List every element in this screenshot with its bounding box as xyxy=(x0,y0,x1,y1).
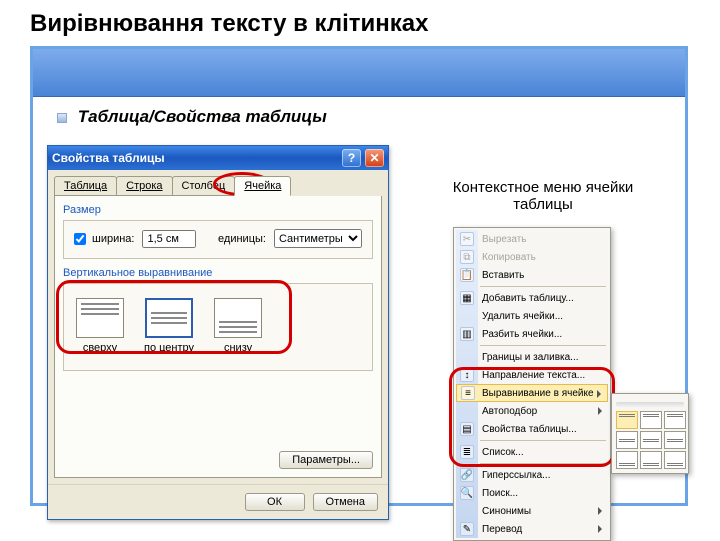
page-title: Вирівнювання тексту в клітинках xyxy=(30,10,690,38)
mi-text-direction[interactable]: ↕Направление текста... xyxy=(456,366,608,384)
valign-group: сверху по центру снизу xyxy=(63,283,373,371)
dialog-title: Свойства таблицы xyxy=(52,151,338,165)
mi-split-cells[interactable]: ▥Разбить ячейки... xyxy=(456,325,608,343)
valign-bottom-label: снизу xyxy=(214,342,262,354)
valign-top-option[interactable]: сверху xyxy=(76,298,124,354)
presentation-frame: Таблица/Свойства таблицы Свойства таблиц… xyxy=(30,46,688,506)
valign-group-label: Вертикальное выравнивание xyxy=(63,267,373,279)
mi-synonyms[interactable]: Синонимы xyxy=(456,502,608,520)
help-button[interactable]: ? xyxy=(342,149,361,167)
width-input[interactable] xyxy=(142,230,196,248)
split-icon: ▥ xyxy=(460,327,474,341)
translate-icon: ✎ xyxy=(460,522,474,536)
align-bot-left[interactable] xyxy=(616,451,638,469)
mi-list[interactable]: ≣Список... xyxy=(456,443,608,461)
subtitle: Таблица/Свойства таблицы xyxy=(57,107,685,127)
align-top-center[interactable] xyxy=(640,411,662,429)
align-mid-center[interactable] xyxy=(640,431,662,449)
bullet-icon xyxy=(57,113,67,123)
align-icon: ≡ xyxy=(461,386,475,400)
table-properties-dialog: Свойства таблицы ? ✕ Таблица Строка Стол… xyxy=(47,145,389,520)
copy-icon: ⧉ xyxy=(460,250,474,264)
chevron-right-icon xyxy=(597,390,601,398)
valign-top-label: сверху xyxy=(76,342,124,354)
mi-translate[interactable]: ✎Перевод xyxy=(456,520,608,538)
separator xyxy=(480,286,606,287)
subtitle-text: Таблица/Свойства таблицы xyxy=(78,107,327,126)
dialog-titlebar[interactable]: Свойства таблицы ? ✕ xyxy=(48,146,388,170)
close-button[interactable]: ✕ xyxy=(365,149,384,167)
ok-button[interactable]: ОК xyxy=(245,493,305,511)
align-mid-right[interactable] xyxy=(664,431,686,449)
link-icon: 🔗 xyxy=(460,468,474,482)
tab-cell[interactable]: Ячейка xyxy=(234,176,291,196)
mi-cut[interactable]: ✂Вырезать xyxy=(456,230,608,248)
table-icon: ▦ xyxy=(460,291,474,305)
cancel-button[interactable]: Отмена xyxy=(313,493,378,511)
valign-center-label: по центру xyxy=(144,342,194,354)
valign-center-icon xyxy=(145,298,193,338)
chevron-right-icon xyxy=(598,525,602,533)
mi-copy[interactable]: ⧉Копировать xyxy=(456,248,608,266)
dialog-footer: ОК Отмена xyxy=(48,484,388,519)
valign-bottom-option[interactable]: снизу xyxy=(214,298,262,354)
alignment-grid xyxy=(616,411,684,469)
flyout-grip[interactable] xyxy=(616,402,684,407)
mi-borders[interactable]: Границы и заливка... xyxy=(456,348,608,366)
chevron-right-icon xyxy=(598,407,602,415)
align-top-left[interactable] xyxy=(616,411,638,429)
alignment-flyout xyxy=(611,393,689,474)
mi-delete-cells[interactable]: Удалить ячейки... xyxy=(456,307,608,325)
context-menu: ✂Вырезать ⧉Копировать 📋Вставить ▦Добавит… xyxy=(453,227,611,541)
properties-icon: ▤ xyxy=(460,422,474,436)
valign-bottom-icon xyxy=(214,298,262,338)
separator xyxy=(480,345,606,346)
tab-pane-cell: Размер ширина: единицы: Сантиметры Верти… xyxy=(54,196,382,478)
separator xyxy=(480,440,606,441)
valign-center-option[interactable]: по центру xyxy=(144,298,194,354)
mi-find[interactable]: 🔍Поиск... xyxy=(456,484,608,502)
valign-top-icon xyxy=(76,298,124,338)
align-mid-left[interactable] xyxy=(616,431,638,449)
size-group: ширина: единицы: Сантиметры xyxy=(63,220,373,259)
direction-icon: ↕ xyxy=(460,368,474,382)
mi-autofit[interactable]: Автоподбор xyxy=(456,402,608,420)
paste-icon: 📋 xyxy=(460,268,474,282)
units-label: единицы: xyxy=(218,233,266,245)
align-bot-right[interactable] xyxy=(664,451,686,469)
mi-cell-alignment[interactable]: ≡Выравнивание в ячейке xyxy=(456,384,608,402)
size-group-label: Размер xyxy=(63,204,373,216)
width-label: ширина: xyxy=(92,233,134,245)
align-bot-center[interactable] xyxy=(640,451,662,469)
tab-table[interactable]: Таблица xyxy=(54,176,117,196)
cut-icon: ✂ xyxy=(460,232,474,246)
context-caption: Контекстное меню ячейки таблицы xyxy=(433,179,653,213)
mi-insert-table[interactable]: ▦Добавить таблицу... xyxy=(456,289,608,307)
list-icon: ≣ xyxy=(460,445,474,459)
mi-hyperlink[interactable]: 🔗Гиперссылка... xyxy=(456,466,608,484)
ribbon-area xyxy=(33,49,685,97)
chevron-right-icon xyxy=(598,507,602,515)
search-icon: 🔍 xyxy=(460,486,474,500)
width-checkbox[interactable] xyxy=(74,233,86,245)
mi-table-props[interactable]: ▤Свойства таблицы... xyxy=(456,420,608,438)
params-button[interactable]: Параметры... xyxy=(279,451,373,469)
separator xyxy=(480,463,606,464)
mi-paste[interactable]: 📋Вставить xyxy=(456,266,608,284)
tab-column[interactable]: Столбец xyxy=(172,176,236,196)
units-select[interactable]: Сантиметры xyxy=(274,229,362,248)
dialog-tabs: Таблица Строка Столбец Ячейка xyxy=(48,170,388,196)
tab-row[interactable]: Строка xyxy=(116,176,172,196)
align-top-right[interactable] xyxy=(664,411,686,429)
